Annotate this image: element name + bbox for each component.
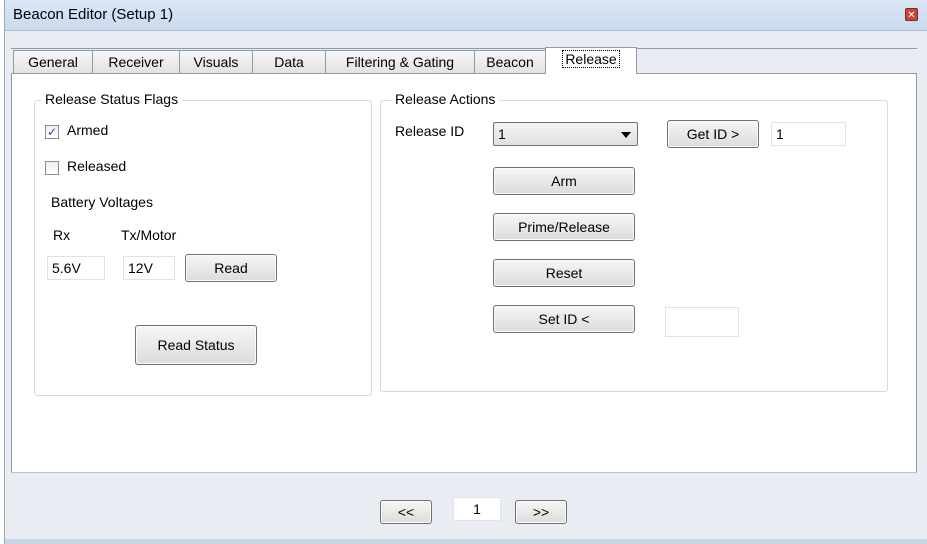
footer-separator xyxy=(11,472,917,473)
title-bar[interactable]: Beacon Editor (Setup 1) ✕ xyxy=(5,0,927,31)
previous-page-button[interactable]: << xyxy=(380,500,432,524)
tab-label: Filtering & Gating xyxy=(345,54,455,70)
release-tab-panel: Release Status Flags ✓ Armed Released Ba… xyxy=(11,73,917,473)
release-actions-group: Release Actions Release ID 1 Get ID > 1 … xyxy=(380,91,888,392)
release-id-label: Release ID xyxy=(395,123,465,139)
released-checkbox[interactable] xyxy=(45,161,59,175)
prime-release-button[interactable]: Prime/Release xyxy=(493,213,635,241)
tab-visuals[interactable]: Visuals xyxy=(179,50,253,74)
release-status-flags-group: Release Status Flags ✓ Armed Released Ba… xyxy=(34,91,372,396)
tab-strip-line xyxy=(11,48,917,49)
get-id-value-field[interactable]: 1 xyxy=(771,122,846,146)
released-label: Released xyxy=(67,158,127,174)
tab-beacon[interactable]: Beacon xyxy=(474,50,546,74)
rx-voltage-field[interactable]: 5.6V xyxy=(47,256,105,280)
battery-voltages-heading: Battery Voltages xyxy=(51,194,153,210)
group-title: Release Actions xyxy=(391,91,500,107)
get-id-button[interactable]: Get ID > xyxy=(667,120,759,148)
arm-button[interactable]: Arm xyxy=(493,167,635,195)
tab-label: Receiver xyxy=(108,54,164,70)
tab-release[interactable]: Release xyxy=(545,47,637,74)
close-icon[interactable]: ✕ xyxy=(905,8,918,21)
window-title: Beacon Editor (Setup 1) xyxy=(13,6,174,23)
read-button[interactable]: Read xyxy=(185,254,277,282)
reset-button[interactable]: Reset xyxy=(493,259,635,287)
window-bottom-edge xyxy=(5,539,927,544)
armed-label: Armed xyxy=(67,122,109,138)
tab-label: Visuals xyxy=(193,54,239,70)
rx-label: Rx xyxy=(53,227,71,243)
tx-motor-label: Tx/Motor xyxy=(121,227,177,243)
tab-label: Beacon xyxy=(486,54,534,70)
set-id-button[interactable]: Set ID < xyxy=(493,305,635,333)
armed-checkbox[interactable]: ✓ xyxy=(45,125,59,139)
tx-voltage-field[interactable]: 12V xyxy=(123,256,175,280)
set-id-value-field[interactable] xyxy=(665,307,739,337)
release-id-select[interactable]: 1 xyxy=(493,122,638,146)
beacon-editor-window: Beacon Editor (Setup 1) ✕ General Receiv… xyxy=(4,0,927,544)
chevron-down-icon xyxy=(621,132,631,138)
tab-label: Data xyxy=(274,54,304,70)
group-title: Release Status Flags xyxy=(41,91,183,107)
release-id-value: 1 xyxy=(498,126,506,142)
tab-general[interactable]: General xyxy=(13,50,93,74)
next-page-button[interactable]: >> xyxy=(515,500,567,524)
read-status-button[interactable]: Read Status xyxy=(135,325,257,365)
tab-label: General xyxy=(28,54,78,70)
page-number-field[interactable]: 1 xyxy=(453,497,501,521)
tab-data[interactable]: Data xyxy=(252,50,326,74)
tab-filtering-gating[interactable]: Filtering & Gating xyxy=(325,50,475,74)
tab-receiver[interactable]: Receiver xyxy=(92,50,180,74)
tab-label: Release xyxy=(562,50,620,68)
